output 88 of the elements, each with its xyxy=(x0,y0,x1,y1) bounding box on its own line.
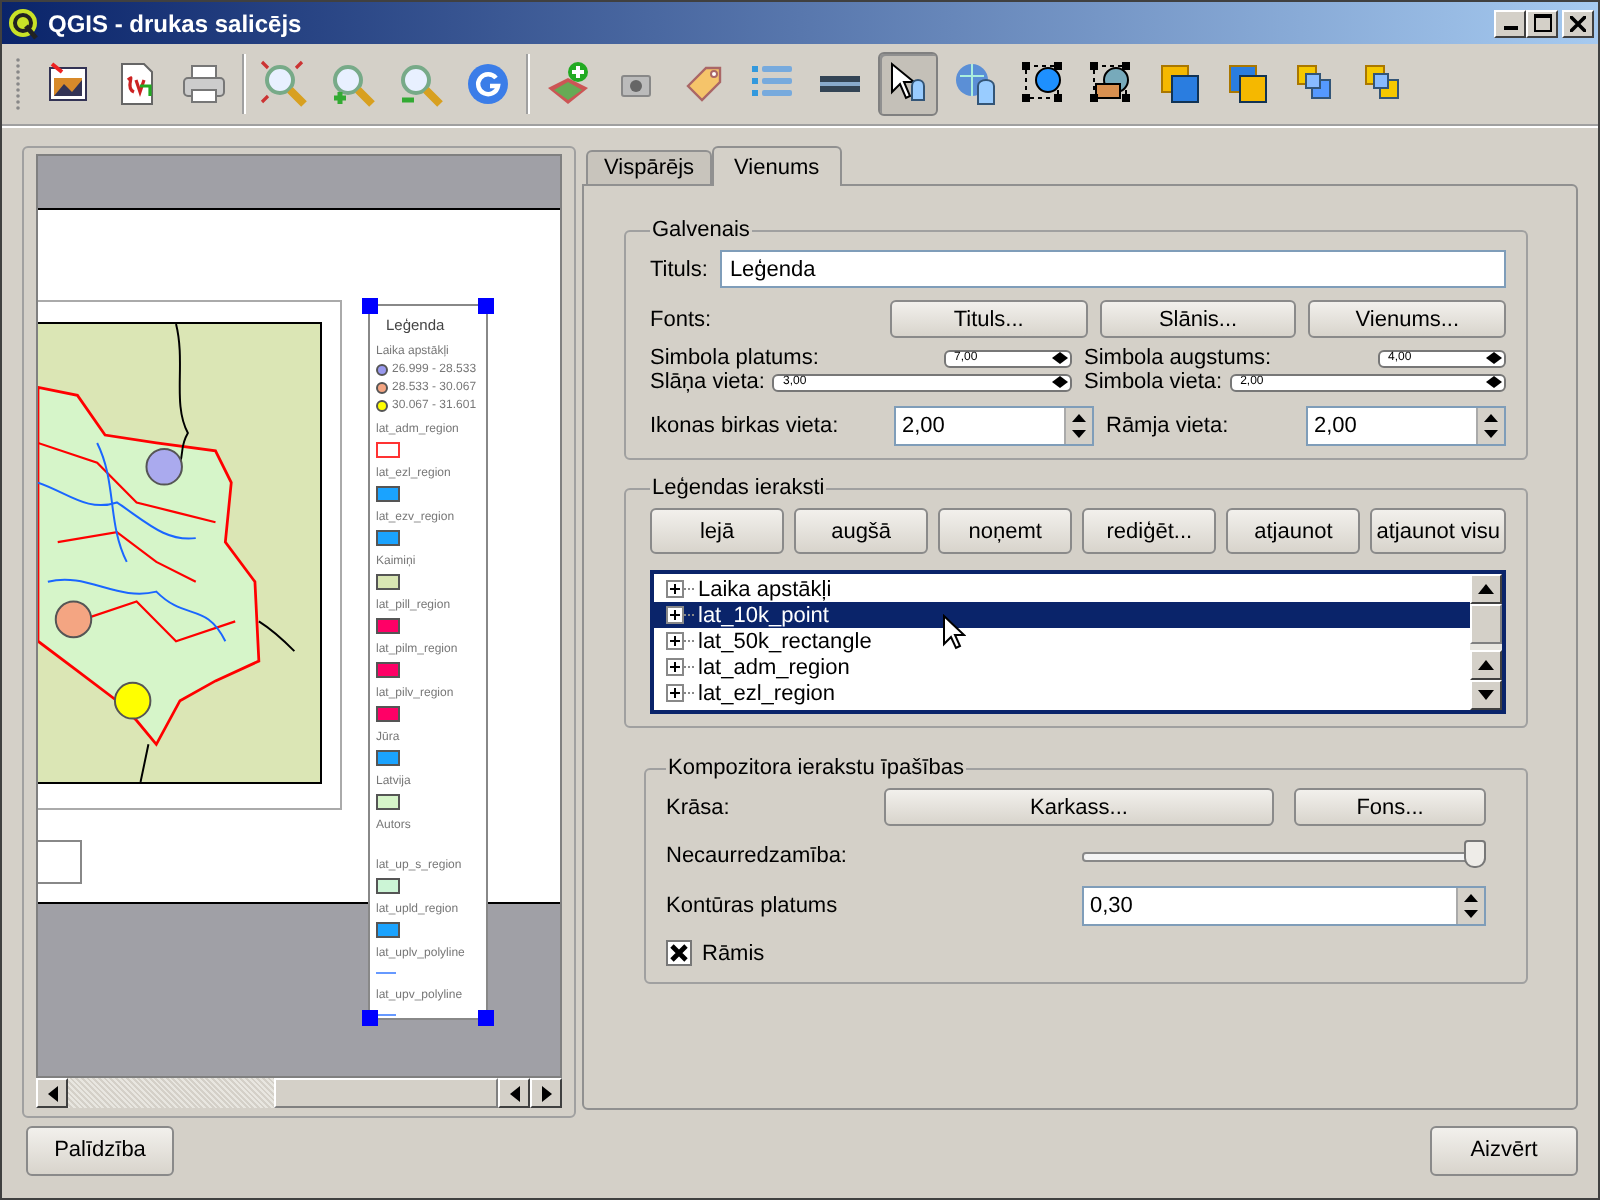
up-arrow-icon xyxy=(1478,660,1494,670)
close-dialog-button[interactable]: Aizvērt xyxy=(1430,1125,1578,1175)
vertical-scrollbar[interactable] xyxy=(1470,574,1502,710)
scroll-up-button[interactable] xyxy=(1470,574,1502,604)
field-label: Necaurredzamība: xyxy=(666,844,849,868)
field-label: Slāņa vieta: xyxy=(650,371,765,393)
scroll-left-button[interactable] xyxy=(498,1078,530,1108)
title-field[interactable]: Leģenda xyxy=(719,250,1506,288)
toolbar-grip-icon xyxy=(14,54,22,114)
tab[interactable]: Vienums xyxy=(712,146,842,186)
stacked-squares-icon xyxy=(1156,60,1204,108)
field-label: Simbola platums: xyxy=(650,347,819,369)
selection-handle[interactable] xyxy=(478,298,494,314)
minimize-button[interactable] xyxy=(1494,9,1526,37)
add-map-icon xyxy=(544,60,592,108)
tree-item[interactable]: lat_50k_rectangle xyxy=(654,628,1470,654)
scrollbar-thumb[interactable] xyxy=(274,1078,498,1108)
frame-checkbox[interactable]: Rāmis xyxy=(666,940,1486,966)
legend-entry-button[interactable]: atjaunot xyxy=(1226,508,1361,554)
tree-item[interactable]: lat_10k_point xyxy=(654,602,1470,628)
field-label: Kontūras platums xyxy=(666,894,840,918)
horizontal-scrollbar[interactable] xyxy=(36,1078,562,1108)
check-mark-icon xyxy=(670,944,688,962)
field-label: Krāsa: xyxy=(666,795,732,819)
field-label: Rāmja vieta: xyxy=(1106,414,1231,438)
maximize-icon xyxy=(1533,14,1551,32)
legend-entry-button[interactable]: rediģēt... xyxy=(1082,508,1217,554)
app-logo-icon xyxy=(8,7,40,39)
legend-entry-button[interactable]: noņemt xyxy=(938,508,1073,554)
node-shape-icon xyxy=(1088,60,1136,108)
background-color-button[interactable]: Fons... xyxy=(1294,788,1486,826)
field-label: Simbola vieta: xyxy=(1084,371,1223,393)
minimize-icon xyxy=(1503,26,1517,30)
font-button[interactable]: Slānis... xyxy=(1099,300,1297,338)
close-icon xyxy=(1570,15,1586,31)
left-arrow-icon xyxy=(47,1085,57,1101)
refresh-icon xyxy=(464,60,512,108)
legend-entry-button[interactable]: lejā xyxy=(650,508,785,554)
tree-item[interactable]: lat_adm_region xyxy=(654,654,1470,680)
group-title: Kompozitora ierakstu īpašības xyxy=(666,756,966,780)
selection-handle[interactable] xyxy=(362,1010,378,1026)
spin-field[interactable]: 0,30 xyxy=(1082,886,1486,926)
checkbox[interactable] xyxy=(666,940,692,966)
spin-arrows-icon xyxy=(1064,408,1092,444)
selection-handle[interactable] xyxy=(478,1010,494,1026)
maximize-button[interactable] xyxy=(1526,9,1558,37)
zoom-full-icon xyxy=(260,60,308,108)
toolbar-button[interactable] xyxy=(878,52,938,116)
stacked-squares-icon xyxy=(1224,60,1272,108)
node-shape-icon xyxy=(1020,60,1068,108)
field-label: Simbola augstums: xyxy=(1084,347,1272,369)
spin-arrows-icon xyxy=(1476,408,1504,444)
field-label: Tituls: xyxy=(650,257,708,281)
close-button[interactable] xyxy=(1562,9,1594,37)
spin-field[interactable]: 2,00 xyxy=(1306,406,1506,446)
tab[interactable]: Vispārējs xyxy=(586,150,713,184)
spin-field[interactable]: 2,00 xyxy=(894,406,1094,446)
slider-thumb[interactable] xyxy=(1464,840,1486,868)
font-button[interactable]: Tituls... xyxy=(890,300,1088,338)
group-title: Leģendas ieraksti xyxy=(650,476,827,500)
zoom-in-icon xyxy=(328,60,376,108)
zoom-out-icon xyxy=(396,60,444,108)
scrollbar-thumb[interactable] xyxy=(1470,604,1502,644)
legend-entry-button[interactable]: atjaunot visu xyxy=(1370,508,1506,554)
left-arrow-icon xyxy=(509,1085,519,1101)
printer-icon xyxy=(180,60,228,108)
right-arrow-icon xyxy=(541,1085,551,1101)
font-button[interactable]: Vienums... xyxy=(1308,300,1507,338)
scroll-left-button[interactable] xyxy=(36,1078,68,1108)
help-button[interactable]: Palīdzība xyxy=(26,1125,174,1175)
tree-item[interactable]: lat_ezl_region xyxy=(654,680,1470,706)
field-label: Ikonas birkas vieta: xyxy=(650,414,841,438)
scroll-down-button[interactable] xyxy=(1470,680,1502,710)
down-arrow-icon xyxy=(1478,690,1494,700)
field-label: Fonts: xyxy=(650,307,714,331)
opacity-slider[interactable] xyxy=(1082,840,1486,872)
up-arrow-icon xyxy=(1478,584,1494,594)
scroll-right-button[interactable] xyxy=(530,1078,562,1108)
frame-color-button[interactable]: Karkass... xyxy=(884,788,1274,826)
scroll-up-button[interactable] xyxy=(1470,650,1502,680)
spin-arrows-icon xyxy=(1456,888,1484,924)
window-title: QGIS - drukas salicējs xyxy=(48,9,304,37)
globe-hand-icon xyxy=(952,60,1000,108)
selection-handle[interactable] xyxy=(362,298,378,314)
tree-item[interactable]: Laika apstākļi xyxy=(654,576,1470,602)
legend-entry-button[interactable]: augšā xyxy=(794,508,929,554)
mouse-pointer-icon xyxy=(942,614,966,650)
group-title: Galvenais xyxy=(650,218,752,242)
